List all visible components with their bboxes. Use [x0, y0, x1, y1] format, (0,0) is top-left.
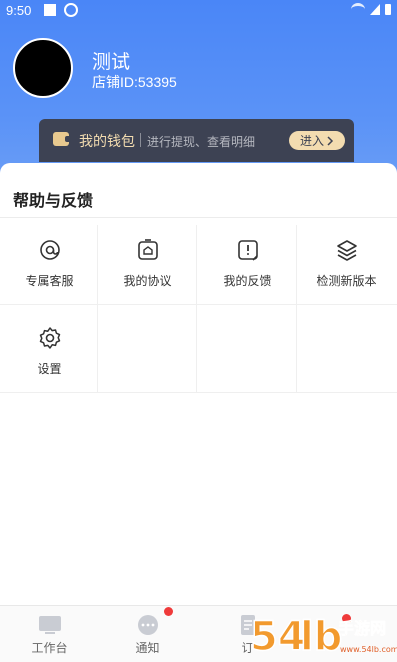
agreement-icon [137, 239, 158, 260]
wallet-enter-label: 进入 [299, 134, 324, 148]
tab-workbench[interactable]: 工作台 [0, 606, 99, 662]
chevron-right-icon [327, 135, 334, 146]
help-panel: 帮助与反馈 专属客服 我的协议 我的反馈 检测新版本 设置 [0, 163, 397, 605]
feedback-icon [237, 240, 258, 261]
signal-icon [370, 4, 380, 15]
section-title: 帮助与反馈 [13, 191, 94, 210]
status-bar: 9:50 [0, 0, 397, 22]
tab-notifications[interactable]: 通知 [98, 606, 197, 662]
layers-icon [336, 240, 357, 261]
gear-icon [39, 327, 60, 349]
sync-icon [64, 3, 78, 17]
wallet-icon [53, 132, 71, 146]
at-icon [39, 240, 60, 260]
svg-text:54: 54 [250, 614, 306, 660]
workbench-icon [38, 616, 61, 634]
notification-badge [164, 607, 173, 616]
wallet-title: 我的钱包 [79, 134, 135, 150]
svg-text:lb: lb [300, 614, 342, 660]
user-name: 测试 [92, 51, 131, 73]
grid-item-label: 检测新版本 [316, 274, 377, 288]
grid-item-label: 我的协议 [123, 274, 172, 288]
wallet-divider [140, 133, 141, 147]
status-icons [351, 3, 391, 16]
grid-item-agreement[interactable]: 我的协议 [98, 225, 197, 305]
grid-item-feedback[interactable]: 我的反馈 [198, 225, 297, 305]
tab-label: 工作台 [31, 641, 68, 655]
battery-icon [385, 4, 391, 15]
wallet-banner[interactable]: 我的钱包 进行提现、查看明细 进入 [39, 119, 354, 162]
wifi-icon [351, 3, 365, 16]
svg-text:www.54lb.com: www.54lb.com [340, 645, 397, 654]
notification-icon [44, 4, 56, 16]
chat-bubble-icon [137, 615, 158, 635]
wallet-enter-button[interactable]: 进入 [289, 131, 345, 150]
grid-item-check-update[interactable]: 检测新版本 [297, 225, 396, 305]
svg-text:手游网: 手游网 [338, 619, 386, 638]
site-watermark: 54 lb 手游网 www.54lb.com [249, 613, 397, 661]
status-time: 9:50 [6, 3, 32, 18]
grid-item-settings[interactable]: 设置 [0, 313, 99, 393]
tab-label: 通知 [135, 641, 160, 655]
wallet-subtitle: 进行提现、查看明细 [147, 135, 256, 149]
grid-item-label: 我的反馈 [223, 274, 272, 288]
grid-item-label: 专属客服 [25, 274, 74, 288]
shop-id: 店铺ID:53395 [92, 74, 177, 90]
grid-item-label: 设置 [37, 362, 62, 376]
divider [0, 217, 397, 218]
grid-item-customer-service[interactable]: 专属客服 [0, 225, 99, 305]
avatar[interactable] [13, 38, 73, 98]
